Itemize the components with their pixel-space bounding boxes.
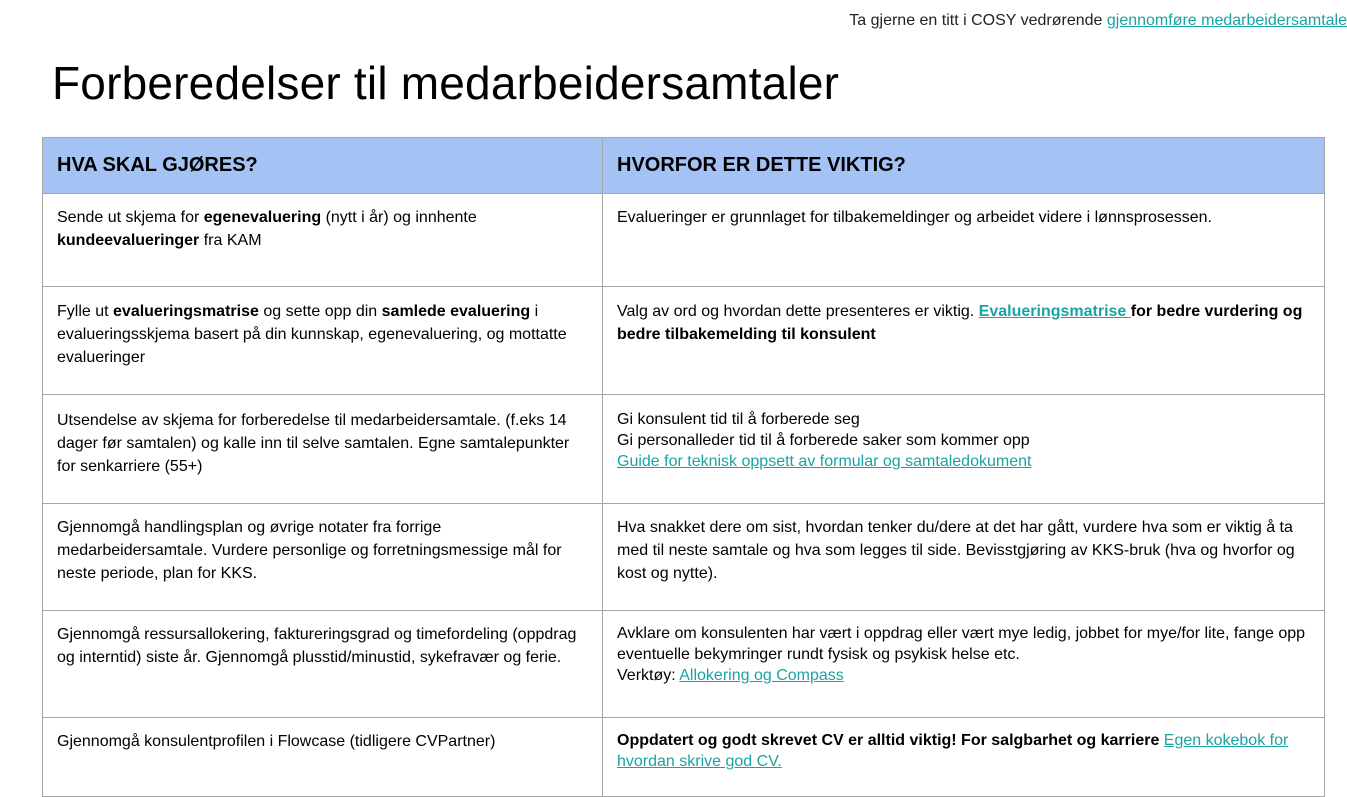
task-cell: Gjennomgå konsulentprofilen i Flowcase (… xyxy=(42,717,603,797)
table-header-row: HVA SKAL GJØRES? HVORFOR ER DETTE VIKTIG… xyxy=(42,137,1325,194)
table-row: Fylle ut evalueringsmatrise og sette opp… xyxy=(42,286,1325,395)
reason-cell: Hva snakket dere om sist, hvordan tenker… xyxy=(602,503,1325,611)
evalueringsmatrise-link[interactable]: Evalueringsmatrise xyxy=(979,303,1131,320)
task-cell: Gjennomgå ressursallokering, fakturering… xyxy=(42,610,603,718)
allokering-link[interactable]: Allokering og Compass xyxy=(679,667,844,684)
table-row: Gjennomgå ressursallokering, fakturering… xyxy=(42,610,1325,718)
task-cell: Gjennomgå handlingsplan og øvrige notate… xyxy=(42,503,603,611)
header-why: HVORFOR ER DETTE VIKTIG? xyxy=(602,137,1325,194)
table-row: Sende ut skjema for egenevaluering (nytt… xyxy=(42,193,1325,287)
top-note: Ta gjerne en titt i COSY vedrørende gjen… xyxy=(849,12,1347,30)
table-row: Gjennomgå handlingsplan og øvrige notate… xyxy=(42,503,1325,611)
cosy-link[interactable]: gjennomføre medarbeidersamtale xyxy=(1107,12,1347,29)
header-what: HVA SKAL GJØRES? xyxy=(42,137,603,194)
reason-cell: Evalueringer er grunnlaget for tilbakeme… xyxy=(602,193,1325,287)
reason-cell: Gi konsulent tid til å forberede seg Gi p… xyxy=(602,394,1325,504)
reason-cell: Avklare om konsulenten har vært i oppdra… xyxy=(602,610,1325,718)
reason-cell: Valg av ord og hvordan dette presenteres… xyxy=(602,286,1325,395)
guide-link[interactable]: Guide for teknisk oppsett av formular og… xyxy=(617,451,1312,472)
page-title: Forberedelser til medarbeidersamtaler xyxy=(52,57,840,109)
reason-cell: Oppdatert og godt skrevet CV er alltid v… xyxy=(602,717,1325,797)
table-row: Utsendelse av skjema for forberedelse ti… xyxy=(42,394,1325,504)
preparation-table: HVA SKAL GJØRES? HVORFOR ER DETTE VIKTIG… xyxy=(42,137,1325,797)
table-row: Gjennomgå konsulentprofilen i Flowcase (… xyxy=(42,717,1325,797)
task-cell: Utsendelse av skjema for forberedelse ti… xyxy=(42,394,603,504)
task-cell: Fylle ut evalueringsmatrise og sette opp… xyxy=(42,286,603,395)
task-cell: Sende ut skjema for egenevaluering (nytt… xyxy=(42,193,603,287)
top-note-text: Ta gjerne en titt i COSY vedrørende xyxy=(849,12,1107,29)
